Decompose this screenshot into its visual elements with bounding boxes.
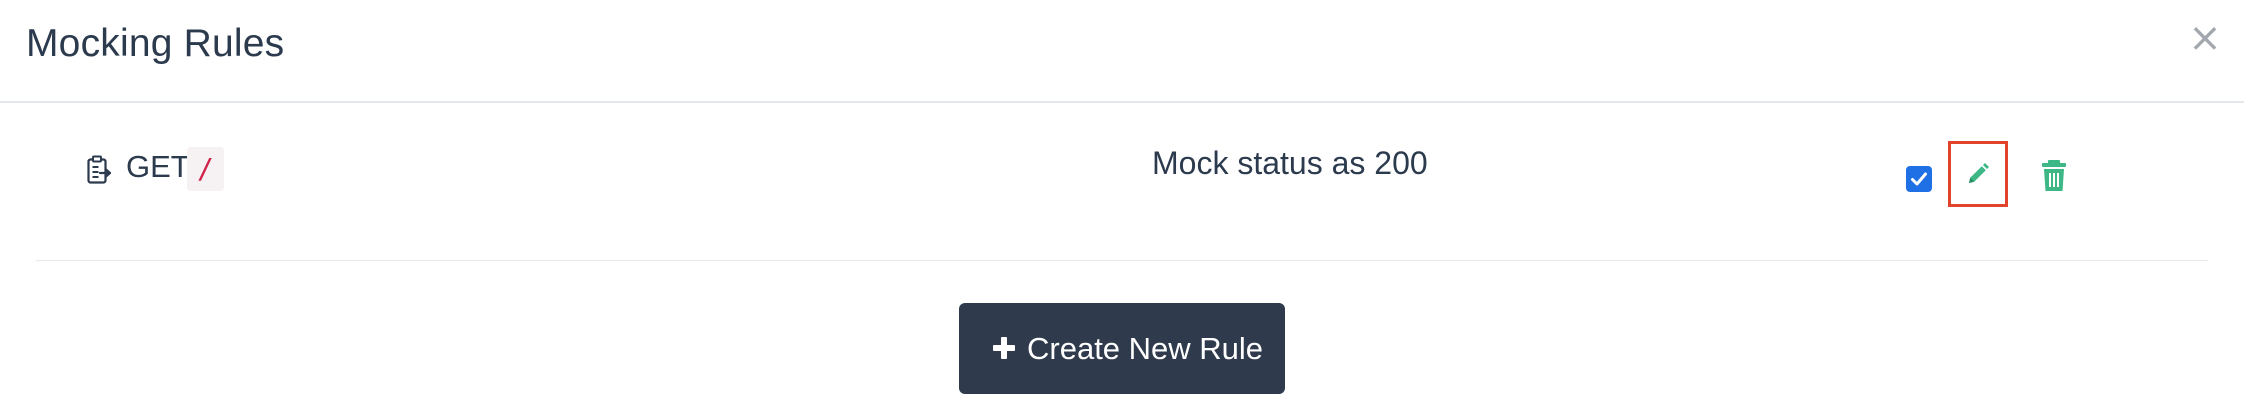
clipboard-icon — [87, 155, 112, 184]
rule-description: Mock status as 200 — [1152, 145, 1428, 181]
modal-title: Mocking Rules — [26, 22, 285, 65]
rule-row: GET / Mock status as 200 — [36, 103, 2208, 261]
pencil-icon — [1969, 163, 1989, 183]
trash-icon[interactable] — [2039, 159, 2069, 193]
rule-method: GET — [126, 149, 190, 184]
plus-icon — [993, 337, 1015, 359]
rule-enabled-checkbox[interactable] — [1906, 166, 1932, 192]
rule-path: / — [187, 147, 224, 191]
create-new-rule-button[interactable]: Create New Rule — [959, 303, 1285, 394]
mocking-rules-modal: Mocking Rules × GET / Mock status as 200 — [0, 0, 2244, 418]
edit-rule-button[interactable] — [1948, 141, 2008, 207]
checkmark-icon — [1911, 172, 1927, 186]
create-new-rule-label: Create New Rule — [1027, 331, 1264, 366]
close-icon[interactable]: × — [2188, 18, 2222, 58]
modal-header: Mocking Rules × — [0, 0, 2244, 103]
